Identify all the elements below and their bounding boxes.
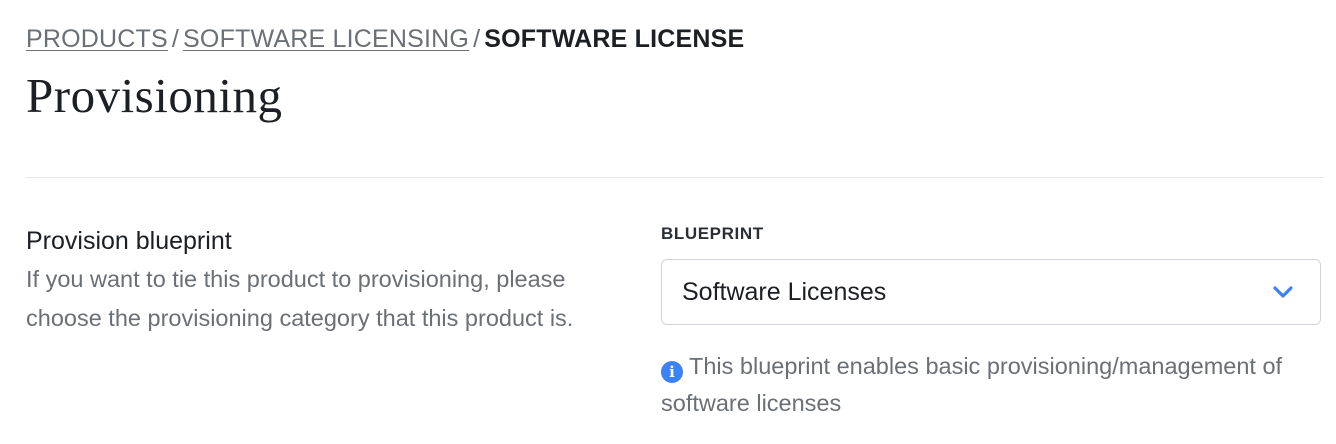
breadcrumb-separator: / [171, 25, 180, 53]
blueprint-hint-text: This blueprint enables basic provisionin… [661, 353, 1283, 416]
section-description: If you want to tie this product to provi… [26, 266, 574, 331]
blueprint-select[interactable]: Software Licenses [661, 259, 1321, 325]
info-icon: i [661, 361, 683, 383]
section-description-panel: Provision blueprint If you want to tie t… [26, 224, 626, 338]
blueprint-hint: i This blueprint enables basic provisioni… [661, 348, 1321, 422]
breadcrumb-link-software-licensing[interactable]: SOFTWARE LICENSING [183, 25, 469, 53]
section-divider [26, 177, 1324, 178]
chevron-down-icon [1272, 285, 1294, 299]
section-heading: Provision blueprint [26, 227, 232, 255]
blueprint-field: BLUEPRINT Software Licenses i This bluepr… [661, 222, 1323, 422]
blueprint-label: BLUEPRINT [661, 224, 764, 243]
breadcrumb-separator: / [473, 25, 481, 53]
page-title: Provisioning [26, 68, 283, 123]
breadcrumb-current: SOFTWARE LICENSE [484, 25, 745, 53]
blueprint-selected-value: Software Licenses [682, 277, 887, 306]
breadcrumb: PRODUCTS / SOFTWARE LICENSING / SOFTWARE LIC… [26, 24, 744, 54]
breadcrumb-link-products[interactable]: PRODUCTS [26, 25, 168, 53]
